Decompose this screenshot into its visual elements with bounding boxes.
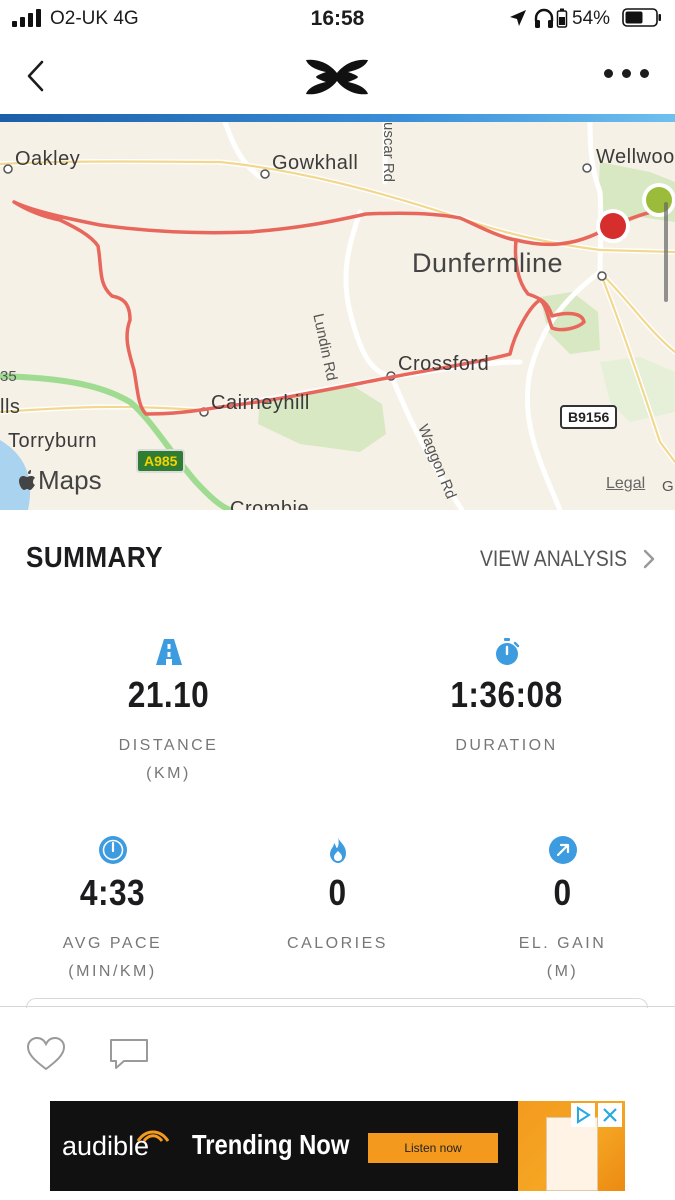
pace-value: 4:33 <box>79 872 146 913</box>
map-label-gowkhall: Gowkhall <box>272 152 359 174</box>
battery-icon <box>622 8 661 27</box>
battery-percent: 54% <box>572 8 611 29</box>
stat-avg-pace: 4:33 AVG PACE (MIN/KM) <box>0 836 225 986</box>
ad-banner[interactable]: audible Trending Now Listen now <box>50 1101 625 1191</box>
stopwatch-icon <box>495 638 519 665</box>
route-map[interactable]: Oakley Gowkhall Wellwoo Dunfermline Cros… <box>0 122 675 510</box>
map-label-edge-g: G <box>662 478 674 495</box>
close-icon[interactable] <box>598 1103 622 1127</box>
heart-icon[interactable] <box>26 1036 66 1072</box>
stat-distance: 21.10 DISTANCE (KM) <box>56 638 281 788</box>
flame-icon <box>329 837 346 863</box>
map-road-muscar: uscar Rd <box>380 122 397 183</box>
map-label-torryburn: Torryburn <box>8 430 97 452</box>
under-armour-logo[interactable] <box>302 56 372 98</box>
apple-icon <box>19 470 35 490</box>
status-bar: O2-UK 4G 16:58 54% <box>0 0 675 38</box>
audible-signal-icon <box>136 1130 170 1142</box>
distance-label: DISTANCE (KM) <box>118 737 219 782</box>
arrow-up-right-icon <box>548 836 577 864</box>
map-label-crombie: Crombie <box>230 498 310 510</box>
stat-elevation-gain: 0 EL. GAIN (M) <box>450 836 675 986</box>
speedometer-icon <box>98 836 127 864</box>
adchoices-icon[interactable] <box>571 1103 595 1127</box>
summary-title: SUMMARY <box>26 542 164 574</box>
calories-label: CALORIES <box>287 935 388 952</box>
road-icon <box>155 639 182 665</box>
chevron-left-icon[interactable] <box>22 56 52 96</box>
elevation-label: EL. GAIN (M) <box>518 935 607 980</box>
chevron-right-icon[interactable] <box>642 548 656 570</box>
stat-duration: 1:36:08 DURATION <box>394 638 619 760</box>
map-legal-link[interactable]: Legal <box>606 475 645 493</box>
map-label-lls: lls <box>0 396 21 418</box>
headphones-icon <box>534 8 554 28</box>
summary-header: SUMMARY VIEW ANALYSIS <box>0 510 675 606</box>
maps-attribution: Maps <box>38 465 102 495</box>
ad-headline: Trending Now <box>192 1129 350 1160</box>
map-base <box>0 122 675 510</box>
ad-listen-button[interactable]: Listen now <box>368 1133 498 1163</box>
calories-value: 0 <box>328 872 347 913</box>
pace-label: AVG PACE (MIN/KM) <box>62 935 163 980</box>
elevation-value: 0 <box>553 872 572 913</box>
ellipsis-icon[interactable] <box>598 64 654 84</box>
map-label-wellwood: Wellwoo <box>596 146 675 168</box>
stat-calories: 0 CALORIES <box>225 836 450 958</box>
distance-value: 21.10 <box>127 674 210 715</box>
location-arrow-icon <box>510 10 526 26</box>
view-analysis-link[interactable]: VIEW ANALYSIS <box>480 546 627 572</box>
duration-label: DURATION <box>455 737 558 754</box>
map-label-oakley: Oakley <box>15 148 81 170</box>
map-label-dunfermline: Dunfermline <box>412 248 564 278</box>
ad-book-cover <box>546 1117 598 1191</box>
map-road-b9156: B9156 <box>560 405 618 429</box>
apple-maps-logo: Maps <box>18 465 102 496</box>
divider <box>0 1006 675 1007</box>
map-label-crossford: Crossford <box>398 353 490 375</box>
map-label-cairneyhill: Cairneyhill <box>211 392 310 414</box>
comment-icon[interactable] <box>108 1037 150 1071</box>
header-accent-bar <box>0 114 675 122</box>
map-road-a985: A985 <box>136 449 186 473</box>
app-header <box>0 38 675 114</box>
map-label-35: 35 <box>0 368 17 385</box>
duration-value: 1:36:08 <box>450 674 563 715</box>
headphone-battery-icon <box>556 8 568 28</box>
